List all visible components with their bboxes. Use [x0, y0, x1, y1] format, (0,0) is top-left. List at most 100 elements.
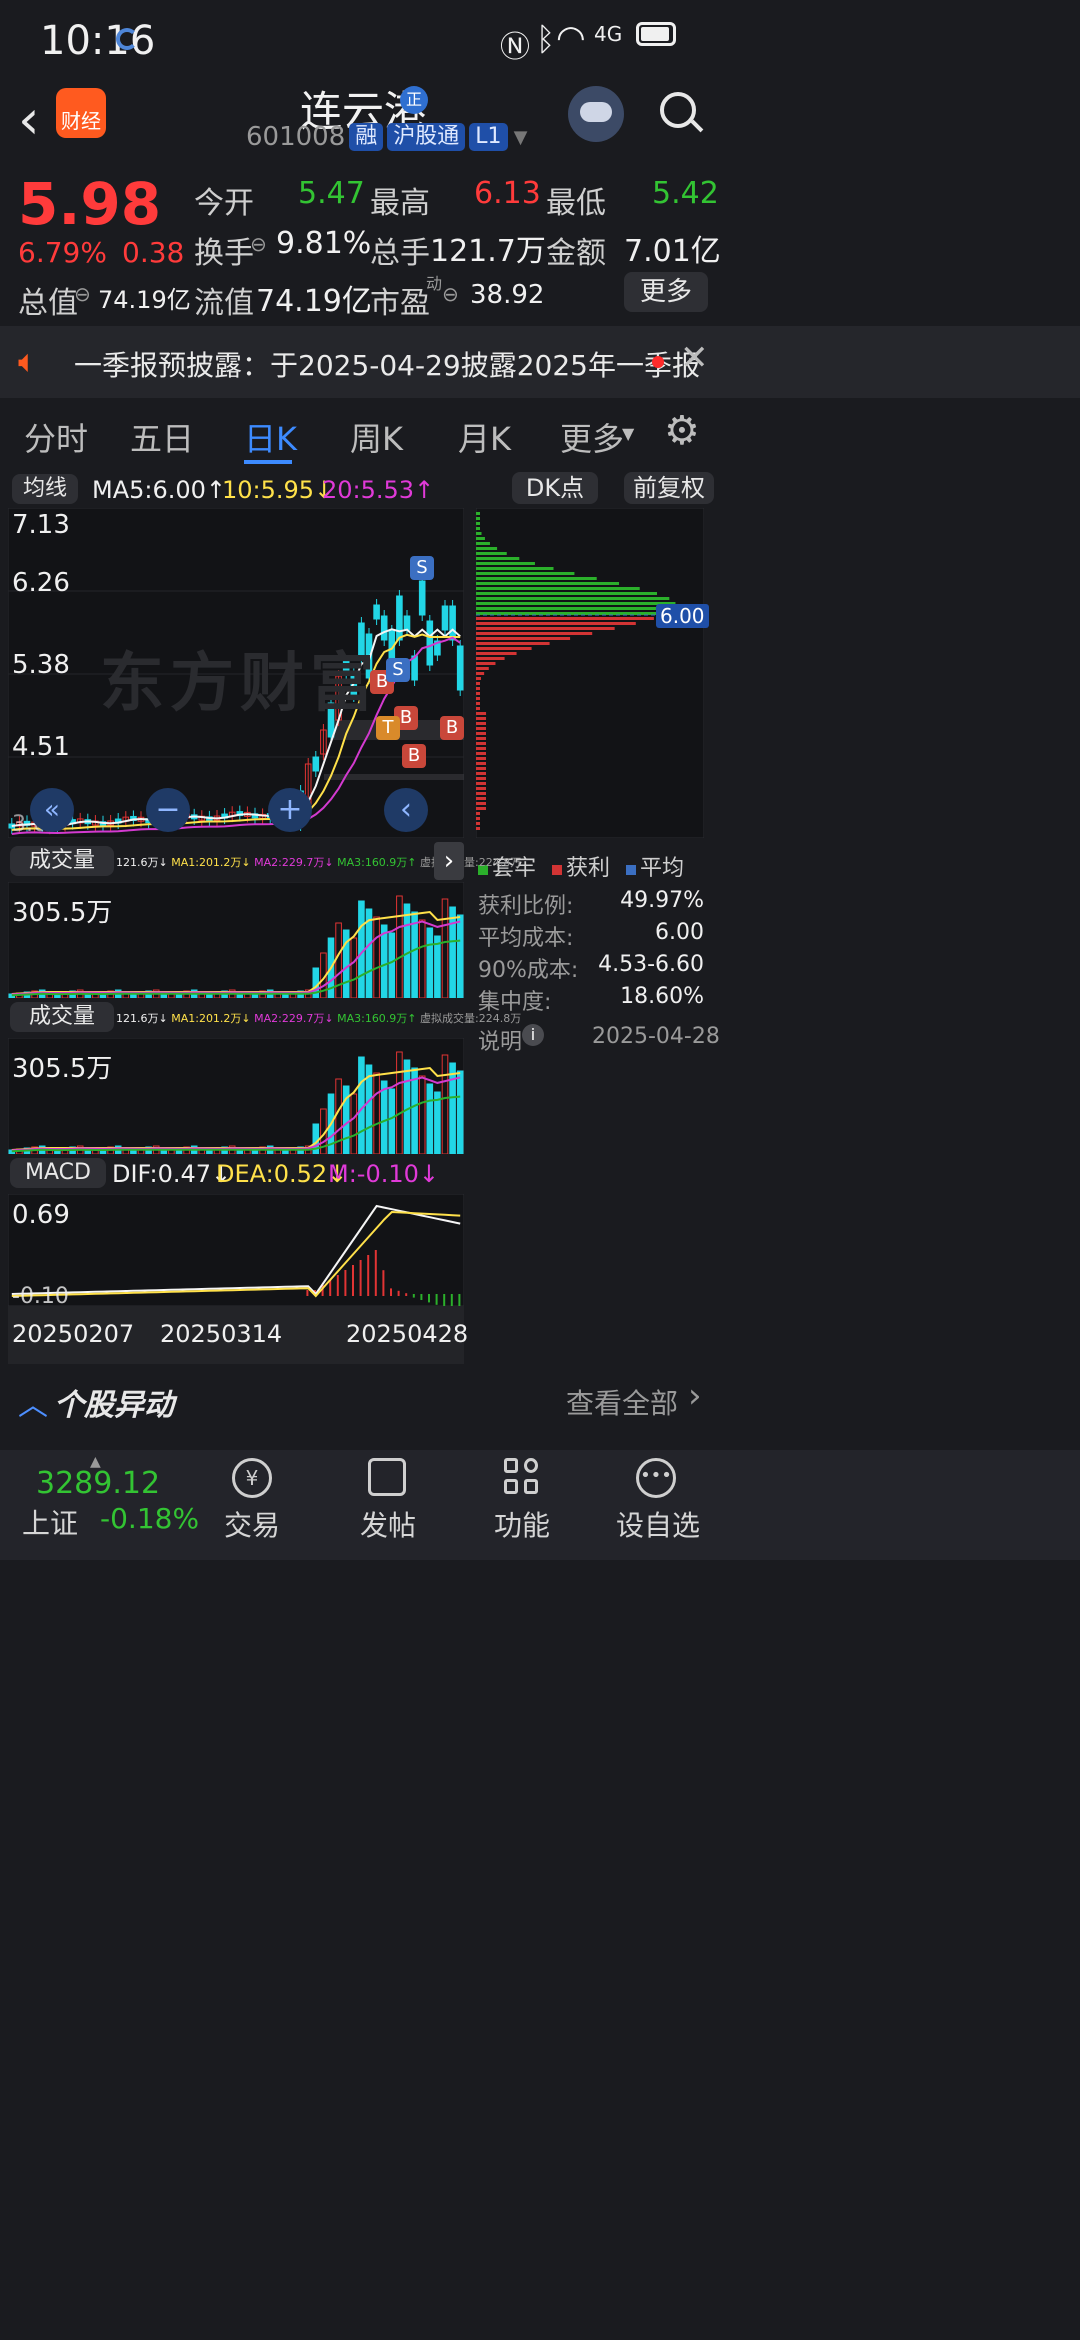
index-change: -0.18%: [100, 1502, 200, 1535]
chevron-down-icon[interactable]: ▼: [622, 424, 634, 443]
chip-bar: [476, 557, 520, 560]
info-icon[interactable]: i: [522, 1024, 544, 1046]
chip-bar: [476, 797, 486, 800]
macd-dif: DIF:0.47↓: [112, 1160, 232, 1188]
macd-bar: [352, 1265, 354, 1296]
chip-bar: [476, 547, 498, 550]
chip-note-label[interactable]: 说明: [478, 1024, 522, 1056]
chevron-right-icon[interactable]: ›: [688, 1376, 702, 1416]
chip-bar: [476, 512, 480, 515]
chip-bar: [476, 607, 675, 610]
notice-text: 一季报预披露：于2025-04-29披露2025年一季报: [74, 349, 700, 382]
tab-month-k[interactable]: 月K: [458, 414, 511, 460]
chip-bar: [476, 562, 535, 565]
caijing-logo[interactable]: 财经: [56, 88, 106, 138]
chip-stat-row: 平均成本: 6.00: [478, 920, 704, 952]
view-all-link[interactable]: 查看全部: [566, 1382, 678, 1422]
amount-value: 7.01亿: [624, 234, 721, 269]
macd-selector-button[interactable]: MACD: [10, 1158, 106, 1188]
info-icon[interactable]: ⊖: [442, 282, 459, 306]
chip-bar: [476, 747, 487, 750]
back-icon[interactable]: ‹: [18, 88, 40, 151]
chip-bar: [476, 777, 486, 780]
chip-bar: [476, 537, 485, 540]
chip-bar: [476, 792, 486, 795]
volume-bar: [380, 1080, 388, 1154]
volume-bar: [456, 1070, 464, 1154]
volume-bar: [449, 1062, 456, 1154]
candle: [426, 620, 434, 666]
marker-t[interactable]: T: [376, 716, 400, 740]
volume-selector-button[interactable]: 成交量: [10, 1002, 114, 1032]
chevron-left-icon[interactable]: ‹: [384, 788, 428, 832]
nav-functions[interactable]: 功能: [494, 1504, 550, 1544]
scroll-left-far-icon[interactable]: «: [30, 788, 74, 832]
macd-bar: [412, 1294, 415, 1298]
chip-bar: [476, 782, 486, 785]
nav-post[interactable]: 发帖: [360, 1504, 416, 1544]
info-icon[interactable]: ⊖: [250, 232, 267, 256]
tag-level: L1: [469, 123, 508, 151]
nav-trade[interactable]: 交易: [224, 1504, 280, 1544]
close-icon[interactable]: ✕: [680, 338, 709, 378]
volume-bar: [403, 1059, 411, 1154]
chip-bar: [476, 707, 480, 710]
chip-bar: [476, 752, 487, 755]
chevron-up-icon[interactable]: ︿: [18, 1380, 48, 1424]
index-value[interactable]: 3289.12: [36, 1466, 160, 1501]
chip-bar: [476, 687, 480, 690]
chevron-down-icon[interactable]: ▼: [514, 127, 528, 148]
macd-bar: [306, 1290, 309, 1296]
tab-week-k[interactable]: 周K: [350, 414, 403, 460]
date-tick: 20250207: [12, 1320, 135, 1348]
marker-sell[interactable]: S: [410, 556, 434, 580]
volume-selector-button[interactable]: 成交量: [10, 846, 114, 876]
chip-bar: [476, 772, 486, 775]
macd-chart[interactable]: [8, 1194, 464, 1306]
more-button[interactable]: 更多: [624, 272, 708, 312]
more-dots-icon[interactable]: •••: [636, 1458, 676, 1498]
functions-grid-icon[interactable]: [504, 1458, 540, 1494]
adjust-button[interactable]: 前复权: [624, 472, 714, 504]
ma-selector-button[interactable]: 均线: [12, 474, 78, 504]
volume-stats-row: 121.6万↓ MA1:201.2万↓ MA2:229.7万↓ MA3:160.…: [116, 1010, 521, 1026]
stock-code-row: 601008 融 沪股通 L1 ▼: [246, 122, 527, 152]
macd-bar: [336, 1275, 339, 1296]
marker-sell[interactable]: S: [386, 658, 410, 682]
volume-value: 121.7万: [430, 234, 546, 269]
chip-bar: [476, 572, 575, 575]
chevron-right-icon[interactable]: ›: [434, 842, 464, 880]
tab-day-k[interactable]: 日K: [244, 414, 297, 460]
marker-buy[interactable]: B: [440, 716, 464, 740]
trade-yen-icon[interactable]: ¥: [232, 1458, 272, 1498]
chip-bar: [476, 637, 571, 640]
date-tick: 20250314: [160, 1320, 283, 1348]
tab-fenshi[interactable]: 分时: [24, 414, 88, 460]
volume-bar: [434, 935, 441, 998]
candle: [403, 615, 411, 631]
post-edit-icon[interactable]: [368, 1458, 406, 1496]
tab-more[interactable]: 更多: [560, 414, 624, 460]
info-icon[interactable]: ⊖: [74, 282, 91, 306]
chip-bar: [476, 737, 487, 740]
marker-buy[interactable]: B: [402, 744, 426, 768]
tab-wuri[interactable]: 五日: [130, 414, 194, 460]
current-price: 5.98: [18, 170, 162, 238]
stock-code: 601008: [246, 122, 346, 152]
chip-stats: 获利比例: 49.97% 平均成本: 6.00 90%成本: 4.53-6.60 集中…: [478, 888, 704, 1016]
macd-bar: [458, 1294, 461, 1306]
nav-watchlist[interactable]: 设自选: [616, 1504, 700, 1544]
chip-distribution-chart[interactable]: [476, 508, 704, 838]
chip-bar: [476, 542, 490, 545]
chip-bar: [476, 592, 658, 595]
candle: [441, 605, 449, 631]
volume-bar: [388, 932, 396, 998]
mktcap-label: 总值: [18, 286, 78, 321]
settings-gear-icon[interactable]: ⚙: [664, 408, 700, 454]
chip-bar: [476, 587, 640, 590]
dk-point-button[interactable]: DK点: [512, 472, 598, 504]
zoom-out-icon[interactable]: −: [146, 788, 190, 832]
robot-avatar-icon[interactable]: [568, 86, 624, 142]
index-name[interactable]: 上证: [22, 1502, 78, 1542]
zoom-in-icon[interactable]: +: [268, 788, 312, 832]
